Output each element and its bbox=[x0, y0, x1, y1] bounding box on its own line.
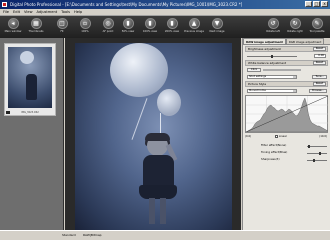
toolbar: ◂ Main window ▦ Thumbnails □ Fit ▫ 100% ◎ AF … bbox=[0, 16, 330, 38]
rotate-right-icon: ↻ bbox=[289, 18, 301, 29]
menu-adjustment[interactable]: Adjustment bbox=[37, 10, 58, 14]
view-100-icon: ▮ bbox=[144, 18, 156, 29]
white-balance-tune-button[interactable]: Tune... bbox=[312, 75, 327, 79]
picture-style-title: Picture Style bbox=[248, 82, 267, 86]
thumbnails-button[interactable]: ▦ Thumbnails bbox=[25, 18, 47, 37]
main-photo bbox=[75, 43, 232, 230]
linear-checkbox[interactable] bbox=[275, 134, 278, 138]
thumbnail-item[interactable]: IMG_3023.CR2 bbox=[4, 43, 56, 116]
brightness-title: Brightness adjustment bbox=[248, 47, 281, 51]
filter-effect-label: Filter effect(None) bbox=[261, 143, 287, 147]
white-balance-reset-button[interactable]: Reset bbox=[312, 61, 326, 65]
white-balance-toolbar bbox=[263, 69, 301, 71]
linear-label: Linear bbox=[278, 135, 287, 138]
zoom-100-button[interactable]: ▫ 100% bbox=[74, 18, 96, 37]
view-50-button[interactable]: ▮ 50% view bbox=[117, 18, 139, 37]
filter-effect-slider[interactable] bbox=[307, 145, 327, 148]
range-min-label: (0.0) bbox=[245, 135, 252, 138]
brightness-value[interactable]: 0.00 bbox=[314, 54, 326, 58]
previous-image-icon: ▲ bbox=[188, 18, 200, 29]
zoom-100-icon: ▫ bbox=[79, 18, 91, 29]
palette-tabs: RAW image adjustment RGB image adjustmen… bbox=[243, 38, 330, 45]
menu-view[interactable]: View bbox=[24, 10, 33, 14]
main-window-button[interactable]: ◂ Main window bbox=[2, 18, 24, 37]
maximize-button[interactable]: □ bbox=[313, 1, 320, 7]
thumbnails-icon: ▦ bbox=[30, 18, 42, 29]
title-bar: Digital Photo Professional - [E:\Documen… bbox=[0, 0, 330, 9]
white-balance-select[interactable]: Shot settings bbox=[247, 75, 297, 79]
menu-file[interactable]: File bbox=[3, 10, 9, 14]
image-viewer[interactable] bbox=[65, 38, 241, 230]
menu-help[interactable]: Help bbox=[74, 10, 82, 14]
tool-palette-icon: ✎ bbox=[311, 18, 323, 29]
click-white-balance-button[interactable]: Click bbox=[247, 68, 261, 72]
chevron-down-icon bbox=[293, 90, 296, 92]
menu-bar: File Edit View Adjustment Tools Help bbox=[0, 9, 330, 16]
af-point-button[interactable]: ◎ AF point bbox=[97, 18, 119, 37]
balloon-small bbox=[157, 89, 181, 116]
view-200-button[interactable]: ▮ 200% view bbox=[161, 18, 183, 37]
thumbnail-pane: IMG_3023.CR2 bbox=[0, 38, 64, 230]
previous-image-button[interactable]: ▲ Previous image bbox=[183, 18, 205, 37]
balloon bbox=[110, 43, 168, 97]
tab-rgb-adjustment[interactable]: RGB image adjustment bbox=[285, 38, 325, 44]
menu-tools[interactable]: Tools bbox=[61, 10, 70, 14]
main-window-icon: ◂ bbox=[7, 18, 19, 29]
menu-edit[interactable]: Edit bbox=[13, 10, 20, 14]
view-200-icon: ▮ bbox=[166, 18, 178, 29]
tone-curve-histogram[interactable] bbox=[245, 95, 328, 133]
minimize-button[interactable]: _ bbox=[305, 1, 312, 7]
picture-style-reset-button[interactable]: Reset bbox=[312, 82, 326, 86]
af-point-icon: ◎ bbox=[102, 18, 114, 29]
status-bar: Standard RAW|Bitmap bbox=[0, 230, 330, 240]
sharpness-label: Sharpness(3) bbox=[261, 157, 280, 161]
rotate-left-icon: ↺ bbox=[267, 18, 279, 29]
white-balance-section: White balance adjustment Reset bbox=[245, 60, 328, 66]
brightness-slider-knob[interactable] bbox=[271, 55, 273, 58]
white-balance-title: White balance adjustment bbox=[248, 61, 287, 65]
window-controls: _ □ x bbox=[305, 1, 328, 7]
picture-style-browse-button[interactable]: Browse... bbox=[309, 89, 327, 93]
view-100-button[interactable]: ▮ 100% view bbox=[139, 18, 161, 37]
histogram-graph bbox=[246, 96, 328, 132]
app-icon bbox=[2, 2, 7, 7]
view-50-icon: ▮ bbox=[122, 18, 134, 29]
brightness-section: Brightness adjustment Reset bbox=[245, 46, 328, 52]
chevron-down-icon bbox=[293, 76, 296, 78]
tool-palette: RAW image adjustment RGB image adjustmen… bbox=[242, 38, 330, 230]
picture-style-section: Picture Style Reset bbox=[245, 81, 328, 87]
fit-icon: □ bbox=[56, 18, 68, 29]
brightness-reset-button[interactable]: Reset bbox=[312, 47, 326, 51]
rotate-right-button[interactable]: ↻ Rotate right bbox=[284, 18, 306, 37]
thumbnail-filename: IMG_3023.CR2 bbox=[21, 111, 39, 114]
close-button[interactable]: x bbox=[321, 1, 328, 7]
next-image-button[interactable]: ▼ Next image bbox=[206, 18, 228, 37]
brightness-slider[interactable] bbox=[247, 55, 297, 58]
toning-effect-label: Toning effect(Blue) bbox=[261, 150, 288, 154]
status-mode: RAW|Bitmap bbox=[83, 233, 102, 237]
status-style: Standard bbox=[62, 233, 76, 237]
toning-effect-slider[interactable] bbox=[307, 152, 327, 155]
next-image-icon: ▼ bbox=[211, 18, 223, 29]
picture-style-select[interactable]: Monochrome bbox=[247, 89, 297, 93]
fit-button[interactable]: □ Fit bbox=[51, 18, 73, 37]
window-title: Digital Photo Professional - [E:\Documen… bbox=[10, 2, 243, 7]
sharpness-slider[interactable] bbox=[307, 159, 327, 162]
tab-raw-adjustment[interactable]: RAW image adjustment bbox=[243, 38, 286, 44]
rotate-left-button[interactable]: ↺ Rotate left bbox=[262, 18, 284, 37]
tool-palette-button[interactable]: ✎ Tool palette bbox=[306, 18, 328, 37]
range-max-label: (10.0) bbox=[319, 135, 327, 138]
thumbnail-image bbox=[8, 47, 52, 108]
